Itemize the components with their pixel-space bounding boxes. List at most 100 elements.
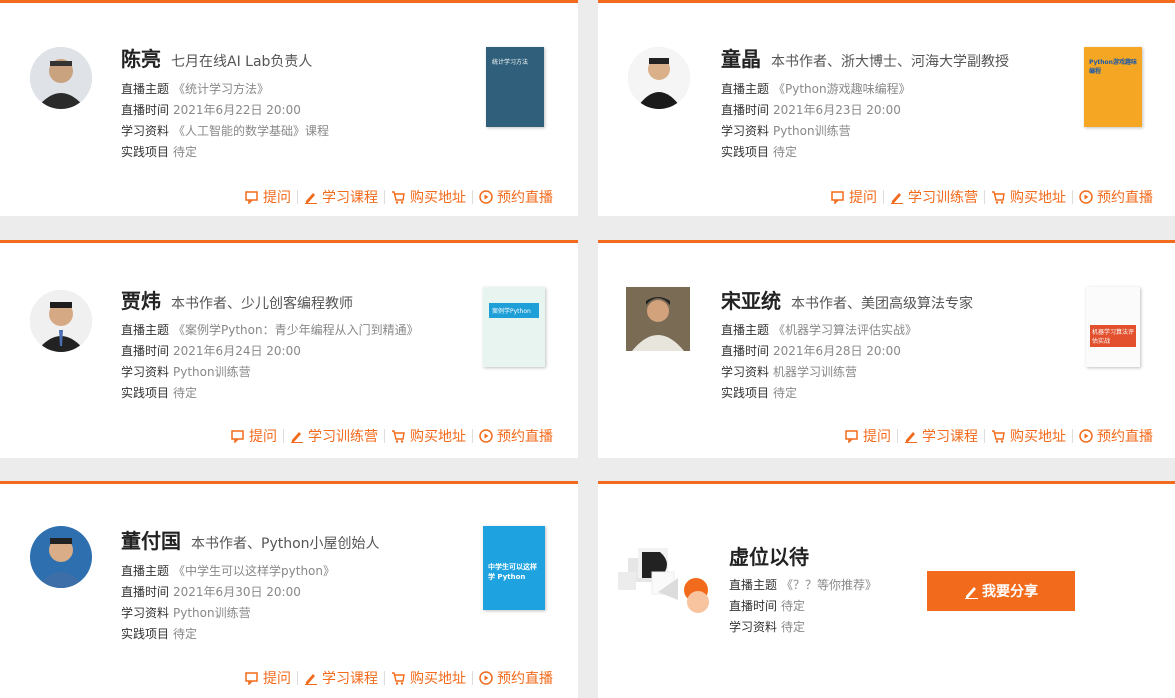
speaker-name: 董付国 [121,529,181,553]
learn-button[interactable]: 学习训练营 [890,187,978,207]
topic-label: 直播主题 [721,323,770,337]
time-label: 直播时间 [121,585,170,599]
topic-value: 《统计学习方法》 [173,82,270,96]
material-label: 学习资料 [721,124,770,138]
speaker-name-line: 宋亚统 本书作者、美团高级算法专家 [721,285,973,314]
project-value: 待定 [173,145,198,159]
divider [1072,429,1073,443]
project-label: 实践项目 [121,145,170,159]
action-label: 提问 [263,190,291,206]
time-value: 2021年6月30日 20:00 [173,585,301,599]
action-label: 学习课程 [922,429,978,445]
buy-button[interactable]: 购买地址 [991,426,1066,446]
project-label: 实践项目 [121,627,170,641]
ask-button[interactable]: 提问 [831,187,877,207]
speaker-name-line: 童晶 本书作者、浙大博士、河海大学副教授 [721,43,1009,72]
time-value: 2021年6月24日 20:00 [173,344,301,358]
chat-icon [231,430,244,443]
ask-button[interactable]: 提问 [245,187,291,207]
buy-button[interactable]: 购买地址 [391,426,466,446]
speaker-card: 陈亮 七月在线AI Lab负责人 直播主题 《统计学习方法》 直播时间 2021年6月… [0,0,578,216]
action-label: 购买地址 [1010,429,1066,445]
placeholder-info: 直播主题 《？？等你推荐》 直播时间 待定 学习资料 待定 [729,575,877,638]
cart-icon [392,191,405,204]
speaker-card: 宋亚统 本书作者、美团高级算法专家 直播主题 《机器学习算法评估实战》 直播时间 20… [598,240,1175,458]
speaker-card: 童晶 本书作者、浙大博士、河海大学副教授 直播主题 《Python游戏趣味编程》 直… [598,0,1175,216]
learn-button[interactable]: 学习训练营 [290,426,378,446]
reserve-live-button[interactable]: 预约直播 [1079,187,1153,207]
material-value: 待定 [781,620,806,634]
ask-button[interactable]: 提问 [231,426,277,446]
material-value: Python训练营 [173,365,251,379]
time-value: 2021年6月28日 20:00 [773,344,901,358]
time-label: 直播时间 [121,344,170,358]
cart-icon [392,430,405,443]
time-label: 直播时间 [721,344,770,358]
project-value: 待定 [773,145,798,159]
action-label: 购买地址 [1010,190,1066,206]
card-actions: 提问 学习课程 购买地址 预约直播 [245,668,553,688]
action-label: 购买地址 [410,429,466,445]
divider [472,429,473,443]
material-label: 学习资料 [121,606,170,620]
reserve-live-button[interactable]: 预约直播 [1079,426,1153,446]
buy-button[interactable]: 购买地址 [391,187,466,207]
action-label: 购买地址 [410,190,466,206]
ask-button[interactable]: 提问 [245,668,291,688]
cart-icon [992,430,1005,443]
chat-icon [245,191,258,204]
speaker-card: 董付国 本书作者、Python小屋创始人 直播主题 《中学生可以这样学python》… [0,481,578,698]
divider [297,671,298,685]
topic-label: 直播主题 [121,564,170,578]
book-cover: Python游戏趣味编程 [1084,47,1142,127]
speaker-name: 陈亮 [121,47,161,71]
material-value: Python训练营 [773,124,851,138]
pencil-icon [305,193,317,204]
play-circle-icon [1079,190,1093,204]
material-label: 学习资料 [729,620,778,634]
action-label: 预约直播 [497,429,553,445]
play-circle-icon [1079,429,1093,443]
placeholder-card: 虚位以待 直播主题 《？？等你推荐》 直播时间 待定 学习资料 待定 [598,481,1175,698]
book-title: 机器学习算法评估实战 [1090,325,1136,347]
buy-button[interactable]: 购买地址 [991,187,1066,207]
pencil-icon [965,586,978,599]
ask-button[interactable]: 提问 [845,426,891,446]
action-label: 预约直播 [497,190,553,206]
project-label: 实践项目 [721,386,770,400]
project-value: 待定 [773,386,798,400]
live-info: 直播主题 《案例学Python：青少年编程从入门到精通》 直播时间 2021年6月2… [121,320,419,404]
divider [384,671,385,685]
divider [472,671,473,685]
divider [883,190,884,204]
card-actions: 提问 学习课程 购买地址 预约直播 [245,187,553,207]
project-label: 实践项目 [721,145,770,159]
buy-button[interactable]: 购买地址 [391,668,466,688]
topic-value: 《案例学Python：青少年编程从入门到精通》 [173,323,419,337]
reserve-live-button[interactable]: 预约直播 [479,187,553,207]
speaker-name: 童晶 [721,47,761,71]
learn-button[interactable]: 学习课程 [904,426,978,446]
divider [897,429,898,443]
divider [1072,190,1073,204]
pencil-icon [891,193,903,204]
topic-value: 《Python游戏趣味编程》 [773,82,911,96]
reserve-live-button[interactable]: 预约直播 [479,426,553,446]
speaker-name-line: 董付国 本书作者、Python小屋创始人 [121,525,380,554]
learn-button[interactable]: 学习课程 [304,668,378,688]
divider [283,429,284,443]
time-value: 2021年6月22日 20:00 [173,103,301,117]
topic-value: 《中学生可以这样学python》 [173,564,335,578]
book-title: 案例学Python [489,303,539,318]
action-label: 提问 [263,671,291,687]
book-title: Python游戏趣味编程 [1089,59,1137,75]
placeholder-title: 虚位以待 [729,545,809,569]
learn-button[interactable]: 学习课程 [304,187,378,207]
topic-label: 直播主题 [729,578,778,592]
topic-label: 直播主题 [121,323,170,337]
share-button[interactable]: 我要分享 [927,571,1075,611]
chat-icon [845,430,858,443]
reserve-live-button[interactable]: 预约直播 [479,668,553,688]
time-label: 直播时间 [121,103,170,117]
action-label: 提问 [849,190,877,206]
